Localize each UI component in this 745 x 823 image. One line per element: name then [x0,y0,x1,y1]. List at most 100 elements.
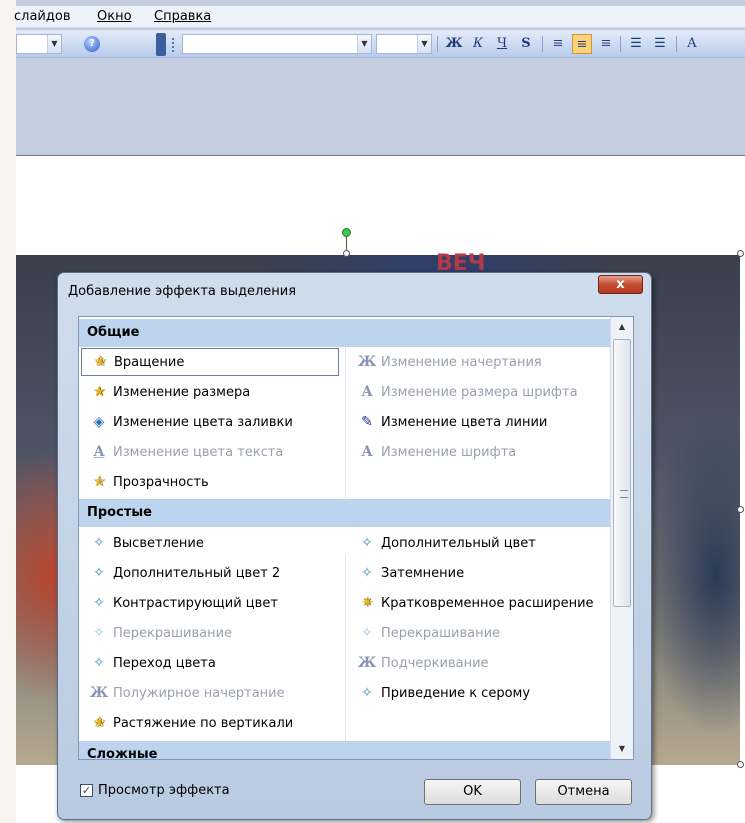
effect-item-font-color[interactable]: A Изменение цвета текста [81,438,339,466]
chevron-down-icon[interactable]: ▼ [417,35,431,53]
effect-item-bold[interactable]: Ж Полужирное начертание [81,679,339,707]
effect-item-color-blend[interactable]: ✧ Переход цвета [81,649,339,677]
recolor-2-icon: ✧ [361,625,373,641]
menu-item-help[interactable]: Справка [154,9,211,24]
resize-handle-top[interactable] [343,250,350,257]
bullet-list-icon[interactable]: ☰ [650,34,670,54]
effect-label: Переход цвета [113,655,216,671]
rotation-handle[interactable] [342,228,351,237]
group-header-basic: Простые [79,499,610,527]
ok-button[interactable]: OK [424,779,521,805]
effect-label: Изменение размера [113,384,251,400]
desaturate-icon: ✧ [361,685,373,701]
effect-item-underline[interactable]: Ж Подчеркивание [349,649,607,677]
checkmark-icon[interactable]: ✓ [80,784,93,797]
resize-handle-bottom-right[interactable] [737,761,744,768]
contrast-color-icon: ✧ [93,595,105,611]
chevron-down-icon[interactable]: ▼ [357,35,371,53]
effect-item-darken[interactable]: ✧ Затемнение [349,559,607,587]
effect-item-vertical-stretch[interactable]: ✬ Растяжение по вертикали [81,709,339,737]
effect-label: Изменение цвета заливки [113,414,293,430]
effect-label: Перекрашивание [113,625,233,641]
effect-label: Изменение размера шрифта [381,384,578,400]
effect-item-recolor-2[interactable]: ✧ Перекрашивание [349,619,607,647]
menu-bar: слайдов Окно Справка [14,6,745,28]
effect-item-lighten[interactable]: ✧ Высветление [81,529,339,557]
lighten-icon: ✧ [93,535,105,551]
transparency-icon: ✭ [93,474,105,490]
color-blend-icon: ✧ [93,655,105,671]
preview-effect-checkbox[interactable]: ✓ Просмотр эффекта [80,783,230,798]
effect-label: Приведение к серому [381,685,531,701]
menu-item-window[interactable]: Окно [97,9,132,24]
flicker-expand-icon: ✷ [361,595,373,611]
effect-item-contrasting-color[interactable]: ✧ Контрастирующий цвет [81,589,339,617]
grow-star-icon: ★ [92,384,106,400]
align-center-icon[interactable]: ≡ [572,34,592,54]
resize-handle-right[interactable] [737,506,744,513]
effects-list-scrollbar[interactable]: ▲ ▼ [610,317,633,759]
group-header-moderate: Сложные [79,741,610,759]
group-header-general: Общие [79,319,610,347]
font-color-icon[interactable]: A [682,34,702,54]
font-style-icon: Ж [357,354,377,370]
scroll-up-icon[interactable]: ▲ [613,319,631,335]
chevron-down-icon[interactable]: ▼ [47,35,61,53]
align-left-icon[interactable]: ≡ [548,34,568,54]
effect-item-line-color[interactable]: ✎ Изменение цвета линии [349,408,607,436]
italic-button[interactable]: К [468,34,488,54]
numbered-list-icon[interactable]: ☰ [626,34,646,54]
font-color-icon: A [93,444,105,460]
underline-button[interactable]: Ч [492,34,512,54]
effect-item-desaturate[interactable]: ✧ Приведение к серому [349,679,607,707]
effect-label: Изменение начертания [381,354,542,370]
effect-label: Контрастирующий цвет [113,595,278,611]
powerpoint-window: слайдов Окно Справка ▼ ? ▼ ▼ Ж К Ч S ≡ ≡… [14,0,745,155]
effect-item-complementary-color-2[interactable]: ✧ Дополнительный цвет 2 [81,559,339,587]
complementary-color-2-icon: ✧ [93,565,105,581]
formatting-toolbar: ▼ ? ▼ ▼ Ж К Ч S ≡ ≡ ≡ ☰ ☰ A [16,30,745,58]
dialog-title: Добавление эффекта выделения [68,284,297,299]
effect-label: Кратковременное расширение [381,595,594,611]
effect-item-font-style[interactable]: Ж Изменение начертания [349,348,607,376]
zoom-combo[interactable]: ▼ [16,34,62,54]
toolbar-separator [542,36,543,52]
complementary-color-icon: ✧ [361,535,373,551]
font-change-icon: A [361,444,373,460]
toolbar-options-icon[interactable] [156,33,166,56]
font-size-icon: A [361,384,373,400]
help-icon[interactable]: ? [84,36,100,52]
add-emphasis-effect-dialog: Добавление эффекта выделения x Общие ✬ В… [57,272,652,820]
effect-label: Изменение шрифта [381,444,517,460]
effects-list[interactable]: Общие ✬ Вращение Ж Изменение начертания … [78,316,634,760]
font-name-combo[interactable]: ▼ [182,34,372,54]
toolbar-separator [620,36,621,52]
bold-button[interactable]: Ж [444,34,464,54]
spin-star-icon: ✬ [94,354,106,370]
effect-item-recolor[interactable]: ✧ Перекрашивание [81,619,339,647]
effect-item-font-size[interactable]: A Изменение размера шрифта [349,378,607,406]
close-button[interactable]: x [598,275,643,294]
effect-item-fill-color[interactable]: ◈ Изменение цвета заливки [81,408,339,436]
resize-handle-top-right[interactable] [737,250,744,257]
toolbar-separator [437,36,438,52]
effect-label: Вращение [114,354,185,370]
font-size-combo[interactable]: ▼ [376,34,432,54]
scroll-thumb[interactable] [613,339,631,607]
shadow-button[interactable]: S [516,34,536,54]
effect-item-grow-shrink[interactable]: ★ Изменение размера [81,378,339,406]
effect-label: Изменение цвета линии [381,414,548,430]
effect-label: Дополнительный цвет [381,535,536,551]
cancel-button[interactable]: Отмена [535,779,632,805]
effect-item-spin[interactable]: ✬ Вращение [81,348,339,376]
vertical-stretch-icon: ✬ [93,715,105,731]
menu-item-slideshow[interactable]: слайдов [14,9,70,24]
align-right-icon[interactable]: ≡ [596,34,616,54]
effect-label: Прозрачность [113,474,209,490]
scroll-down-icon[interactable]: ▼ [613,741,631,757]
effect-item-complementary-color[interactable]: ✧ Дополнительный цвет [349,529,607,557]
effect-item-change-font[interactable]: A Изменение шрифта [349,438,607,466]
effect-item-flicker-expand[interactable]: ✷ Кратковременное расширение [349,589,607,617]
effect-item-transparency[interactable]: ✭ Прозрачность [81,468,339,496]
toolbar-grip-icon[interactable] [172,38,176,52]
